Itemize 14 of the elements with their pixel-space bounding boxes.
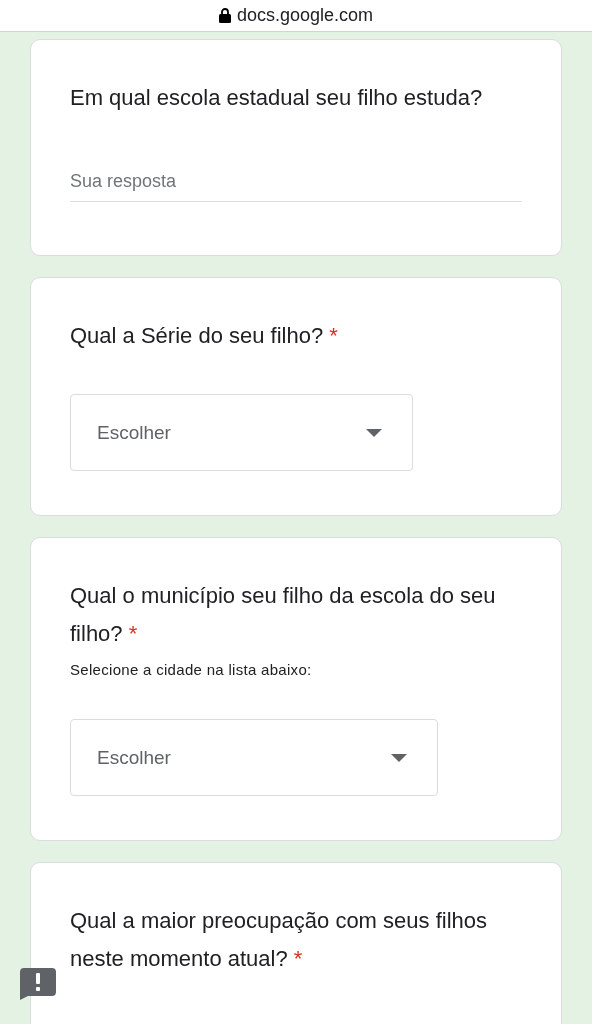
answer-field[interactable]: Sua resposta xyxy=(70,161,522,202)
question-title: Qual o município seu filho da escola do seu filho? * xyxy=(70,582,497,648)
caret-icon xyxy=(391,753,407,762)
url-text: docs.google.com xyxy=(236,5,374,26)
feedback-icon[interactable] xyxy=(20,968,56,1000)
question-title: Qual a maior preocupação com seus filhos neste momento atual? * xyxy=(70,907,488,973)
dropdown[interactable]: Escolher xyxy=(70,719,438,796)
address-bar[interactable]: docs.google.com xyxy=(0,0,592,32)
dropdown[interactable]: Escolher xyxy=(70,394,413,471)
caret-icon xyxy=(366,428,382,437)
question-title: Em qual escola estadual seu filho estuda? xyxy=(70,84,484,112)
question-description: Selecione a cidade na lista abaixo: xyxy=(70,661,312,678)
question-title: Qual a Série do seu filho? * xyxy=(70,322,339,350)
lock-icon xyxy=(218,8,231,23)
